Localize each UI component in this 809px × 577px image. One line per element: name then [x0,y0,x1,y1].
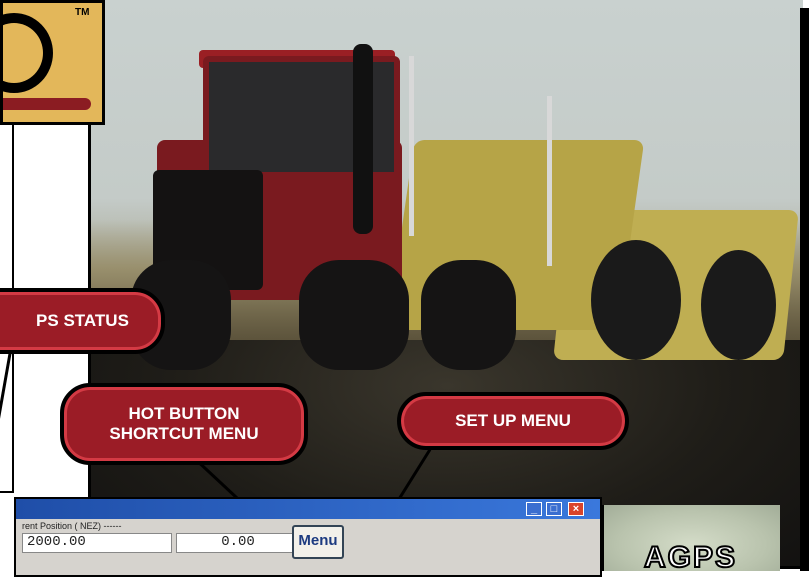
scraper-tractor-photo [88,0,803,569]
scraper-wheel [591,240,681,360]
setup-menu-callout: SET UP MENU [397,392,629,450]
easting-field: 0.00 [176,533,296,553]
gps-antenna-mast [547,96,552,266]
gps-antenna-mast [409,56,414,236]
close-button[interactable]: × [568,502,584,516]
northing-field: 2000.00 [22,533,172,553]
gps-status-label: PS STATUS [36,311,129,330]
brand-logo: TM [0,0,105,125]
minimize-button[interactable]: _ [526,502,542,516]
logo-swoosh-icon [3,98,91,110]
tractor-track [421,260,516,370]
current-position-label: rent Position ( NEZ) ------ [22,521,122,531]
maximize-button[interactable]: □ [546,502,562,516]
window-titlebar[interactable]: _ □ × [16,499,600,519]
tractor-track [299,260,409,370]
trademark-mark: TM [75,7,90,18]
software-window: _ □ × rent Position ( NEZ) ------ 2000.0… [14,497,602,577]
brand-logo-patch: AGPS [602,505,780,575]
gps-status-callout: PS STATUS [0,288,165,354]
photo-drop-shadow [800,8,809,571]
menu-button[interactable]: Menu [292,525,344,559]
hot-button-label-line2: SHORTCUT MENU [109,424,259,443]
hot-button-label-line1: HOT BUTTON [128,404,240,423]
logo-ring-icon [0,13,53,93]
tractor-exhaust [353,44,373,234]
setup-menu-label: SET UP MENU [455,411,571,430]
brand-text: AGPS [643,540,738,575]
scraper-wheel [701,250,776,360]
hot-button-callout: HOT BUTTON SHORTCUT MENU [60,383,308,465]
